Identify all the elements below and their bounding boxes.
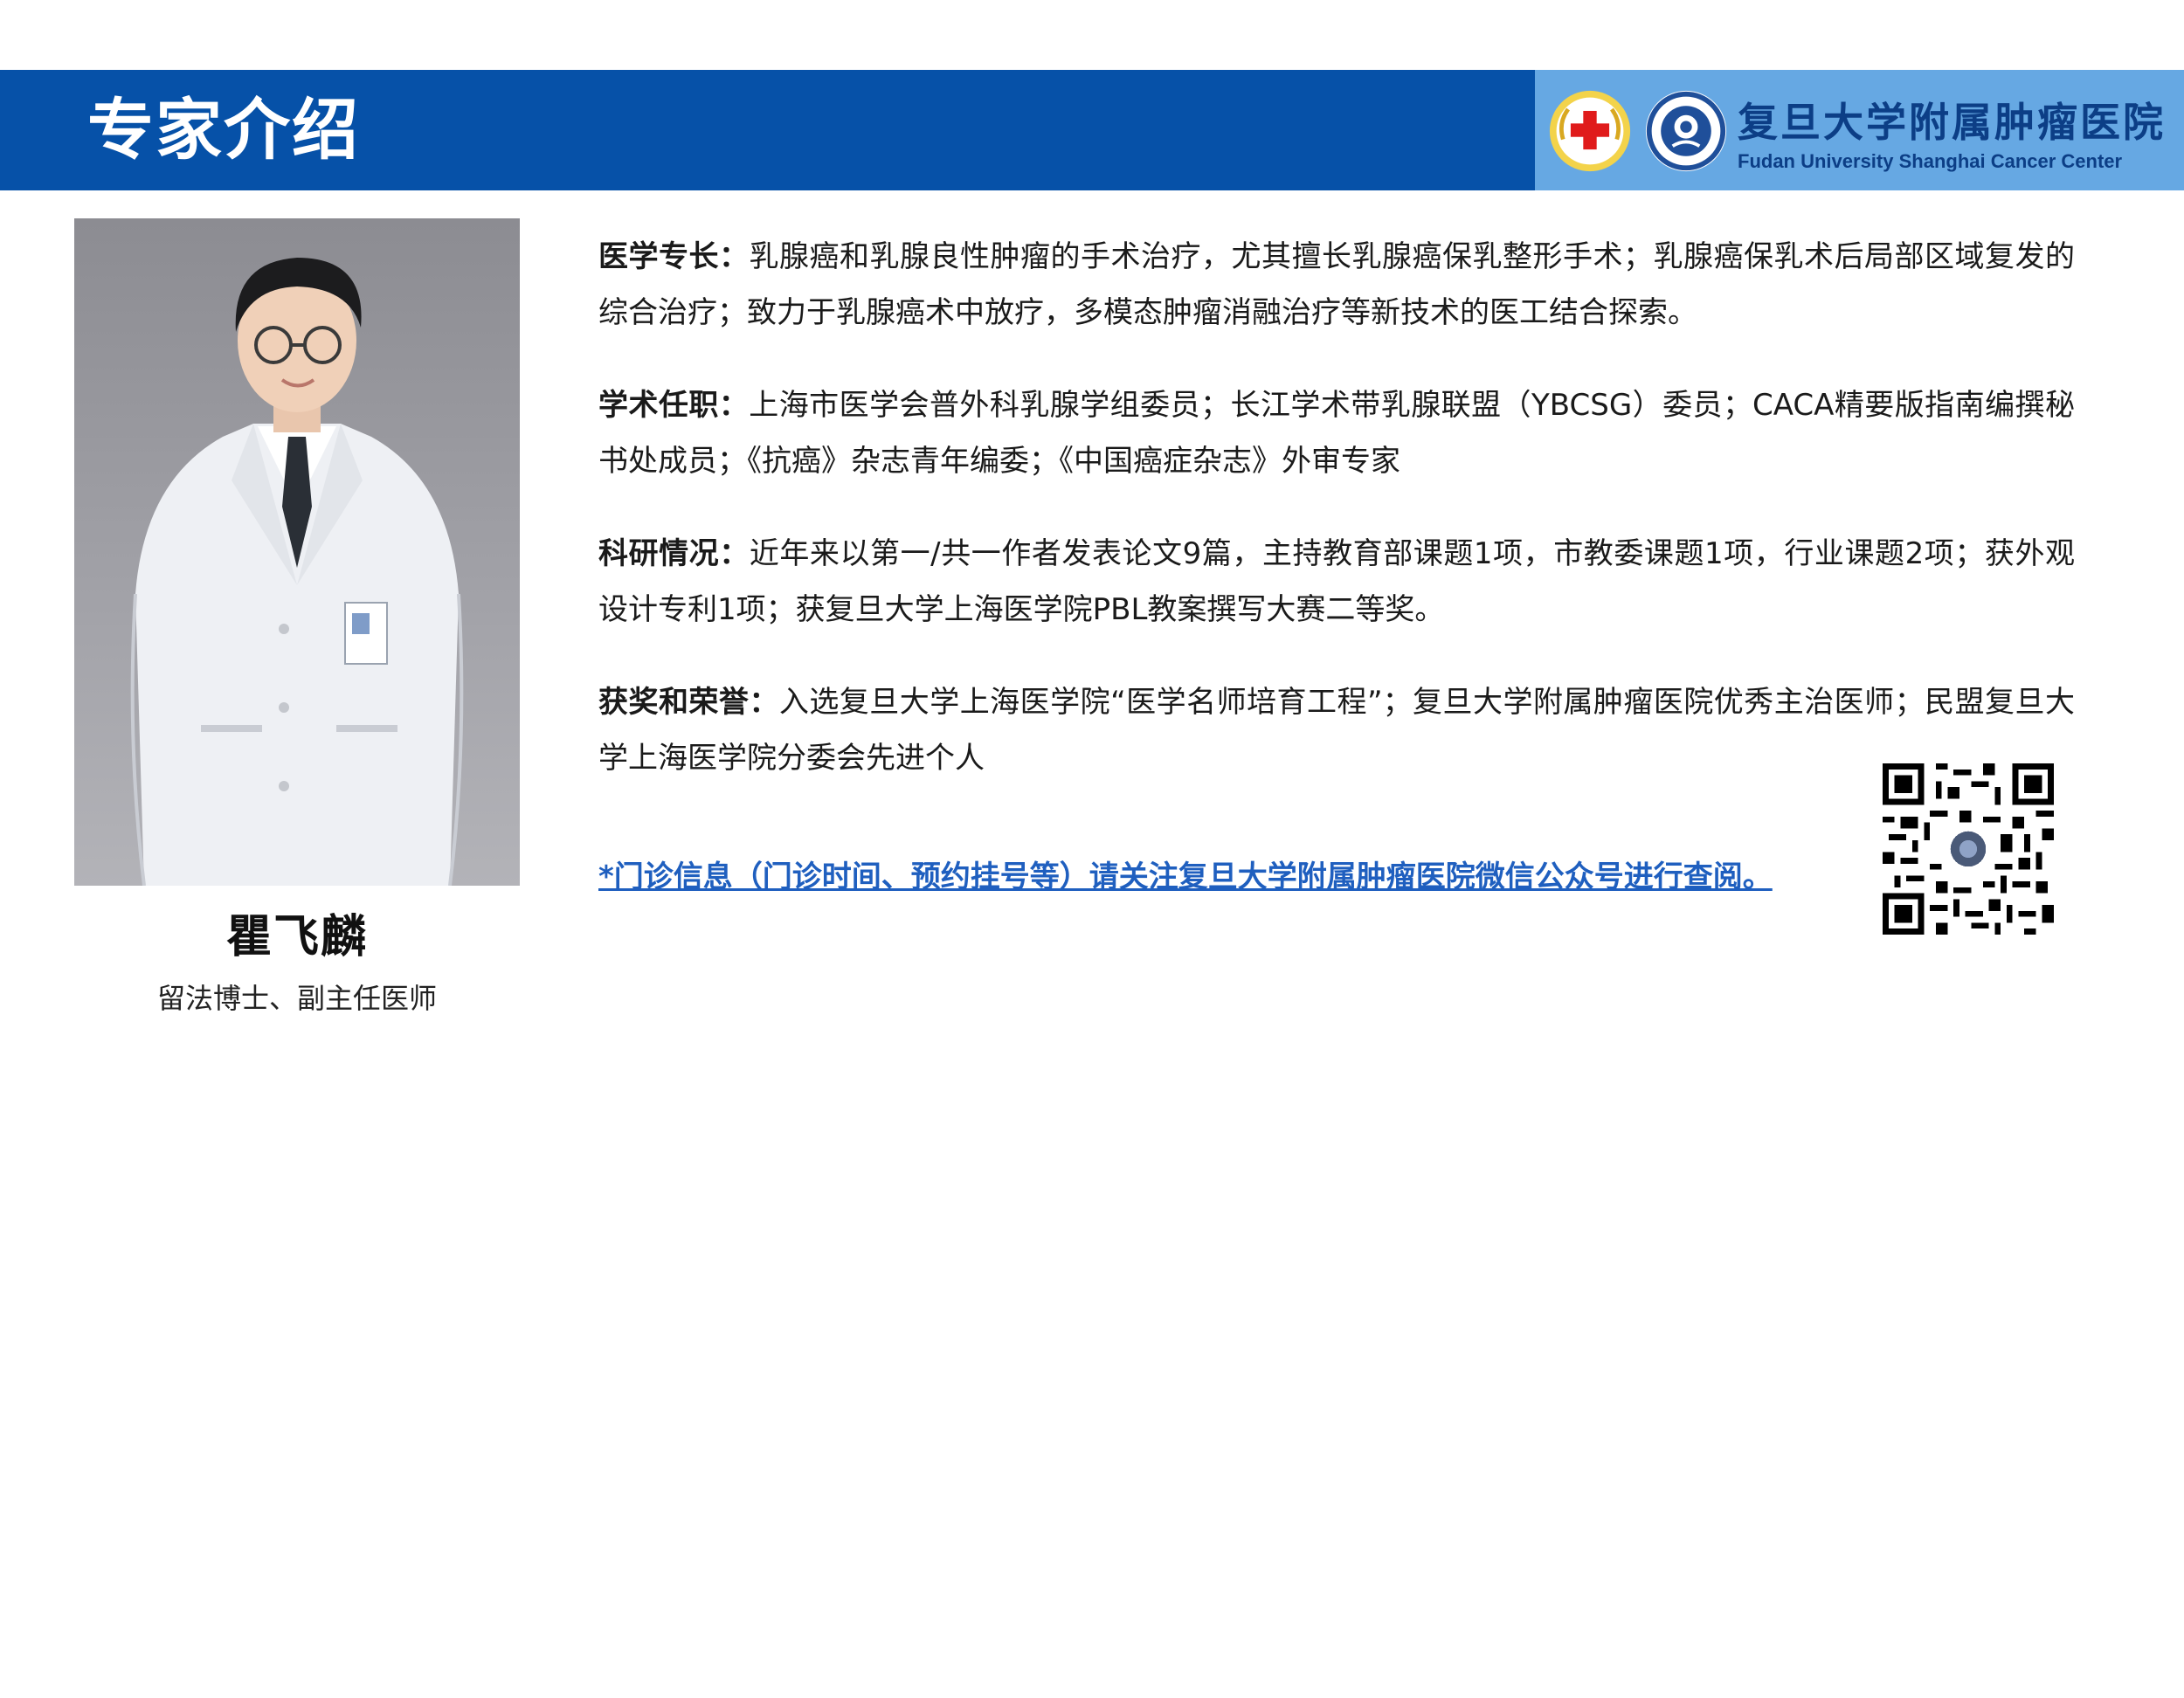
- section-text: 近年来以第一/共一作者发表论文9篇，主持教育部课题1项，市教委课题1项，行业课题…: [598, 536, 2076, 627]
- wechat-qr-code-icon[interactable]: [1883, 763, 2054, 935]
- hospital-name-en: Fudan University Shanghai Cancer Center: [1738, 150, 2123, 172]
- section-label: 学术任职：: [598, 388, 750, 423]
- section-label: 医学专长：: [598, 239, 750, 274]
- page-title: 专家介绍: [87, 91, 360, 169]
- section-label: 获奖和荣誉：: [598, 685, 779, 720]
- section-research: 科研情况：近年来以第一/共一作者发表论文9篇，主持教育部课题1项，市教委课题1项…: [598, 526, 2075, 638]
- section-text: 入选复旦大学上海医学院“医学名师培育工程”；复旦大学附属肿瘤医院优秀主治医师；民…: [598, 685, 2076, 776]
- hospital-emblem-icon: [1645, 90, 1727, 172]
- doctor-portrait-image: [130, 258, 464, 886]
- doctor-title: 留法博士、副主任医师: [156, 982, 437, 1015]
- hospital-name-cn: 复旦大学附属肿瘤医院: [1738, 99, 2166, 146]
- header-bar: 专家介绍 复旦大学附属肿瘤医院 Fudan University Shangha…: [0, 70, 2184, 190]
- doctor-name: 瞿飞麟: [225, 911, 368, 963]
- profile-content: 医学专长：乳腺癌和乳腺良性肿瘤的手术治疗，尤其擅长乳腺癌保乳整形手术；乳腺癌保乳…: [598, 229, 2075, 823]
- red-cross-emblem-icon: [1549, 90, 1631, 172]
- clinic-info-link[interactable]: *门诊信息（门诊时间、预约挂号等）请关注复旦大学附属肿瘤医院微信公众号进行查阅。: [598, 852, 1773, 895]
- hospital-logo: 复旦大学附属肿瘤医院 Fudan University Shanghai Can…: [1535, 70, 2184, 190]
- section-label: 科研情况：: [598, 536, 750, 571]
- doctor-photo: [74, 218, 520, 886]
- section-text: 上海市医学会普外科乳腺学组委员；长江学术带乳腺联盟（YBCSG）委员；CACA精…: [598, 388, 2075, 479]
- section-text: 乳腺癌和乳腺良性肿瘤的手术治疗，尤其擅长乳腺癌保乳整形手术；乳腺癌保乳术后局部区…: [598, 239, 2075, 330]
- section-expertise: 医学专长：乳腺癌和乳腺良性肿瘤的手术治疗，尤其擅长乳腺癌保乳整形手术；乳腺癌保乳…: [598, 229, 2075, 341]
- section-awards: 获奖和荣誉：入选复旦大学上海医学院“医学名师培育工程”；复旦大学附属肿瘤医院优秀…: [598, 674, 2075, 786]
- section-academic-positions: 学术任职：上海市医学会普外科乳腺学组委员；长江学术带乳腺联盟（YBCSG）委员；…: [598, 377, 2075, 489]
